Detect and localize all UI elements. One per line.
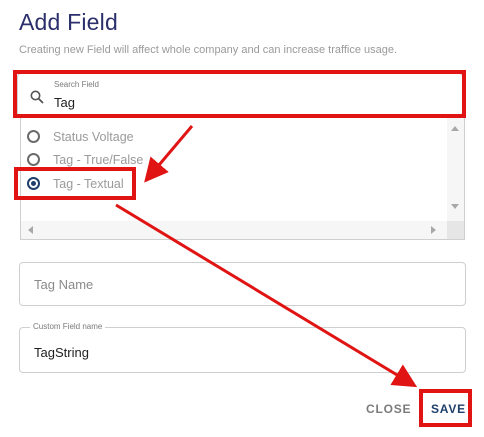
tag-name-field[interactable]: Tag Name	[19, 262, 466, 306]
search-field-label: Search Field	[54, 80, 99, 89]
scroll-down-icon[interactable]	[451, 204, 459, 209]
search-icon	[30, 90, 44, 109]
scrollbar-corner	[447, 221, 464, 239]
search-field[interactable]: Search Field Tag	[17, 73, 463, 116]
scroll-right-icon[interactable]	[431, 226, 436, 234]
scroll-up-icon[interactable]	[451, 126, 459, 131]
option-label: Status Voltage	[53, 130, 134, 144]
option-label: Tag - Textual	[53, 177, 124, 191]
tag-name-placeholder: Tag Name	[34, 277, 94, 292]
close-button[interactable]: CLOSE	[366, 402, 411, 416]
option-label: Tag - True/False	[53, 153, 144, 167]
save-button[interactable]: SAVE	[431, 402, 466, 416]
dialog-subtitle: Creating new Field will affect whole com…	[19, 44, 398, 56]
radio-button[interactable]	[27, 130, 40, 143]
scroll-left-icon[interactable]	[28, 226, 33, 234]
radio-button[interactable]	[27, 153, 40, 166]
custom-field-input[interactable]: TagString	[34, 345, 89, 360]
custom-field-name-field[interactable]: Custom Field name TagString	[19, 322, 466, 373]
custom-field-label: Custom Field name	[30, 322, 106, 331]
horizontal-scrollbar[interactable]	[21, 221, 449, 239]
field-options-list[interactable]: Status Voltage Tag - True/False Tag - Te…	[20, 118, 465, 240]
dialog-title: Add Field	[19, 9, 118, 35]
search-input[interactable]: Tag	[54, 95, 75, 110]
radio-button-selected[interactable]	[27, 177, 40, 190]
